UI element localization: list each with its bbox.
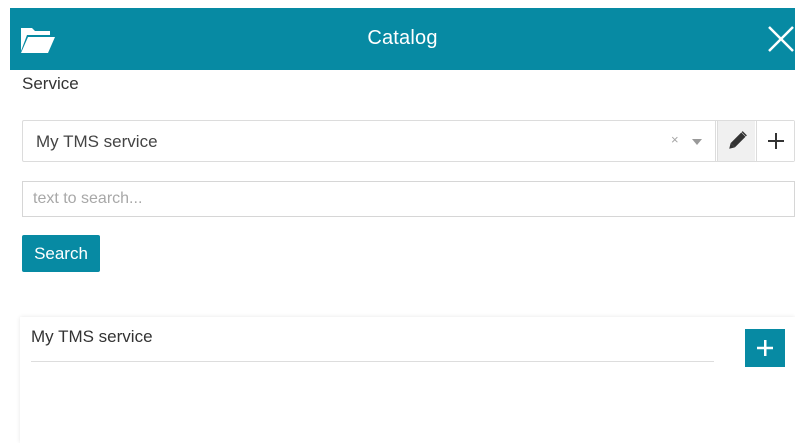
divider <box>715 121 716 161</box>
plus-icon <box>757 340 773 356</box>
chevron-down-icon[interactable] <box>692 139 702 145</box>
catalog-header: Catalog <box>10 8 795 70</box>
plus-icon <box>768 133 784 149</box>
service-select[interactable]: My TMS service × <box>22 120 795 162</box>
edit-service-button[interactable] <box>717 121 755 161</box>
pencil-icon <box>729 131 747 149</box>
service-label: Service <box>22 74 79 93</box>
service-selected-value[interactable]: My TMS service <box>36 132 158 152</box>
result-title: My TMS service <box>31 327 153 346</box>
divider <box>31 361 714 362</box>
close-icon[interactable] <box>767 25 795 53</box>
result-card: My TMS service <box>20 317 795 443</box>
page-title: Catalog <box>367 27 438 49</box>
add-service-button[interactable] <box>756 121 794 161</box>
clear-selection-icon[interactable]: × <box>671 132 679 147</box>
search-button[interactable]: Search <box>22 235 100 272</box>
add-layer-button[interactable] <box>745 329 785 367</box>
search-input[interactable] <box>22 181 795 217</box>
